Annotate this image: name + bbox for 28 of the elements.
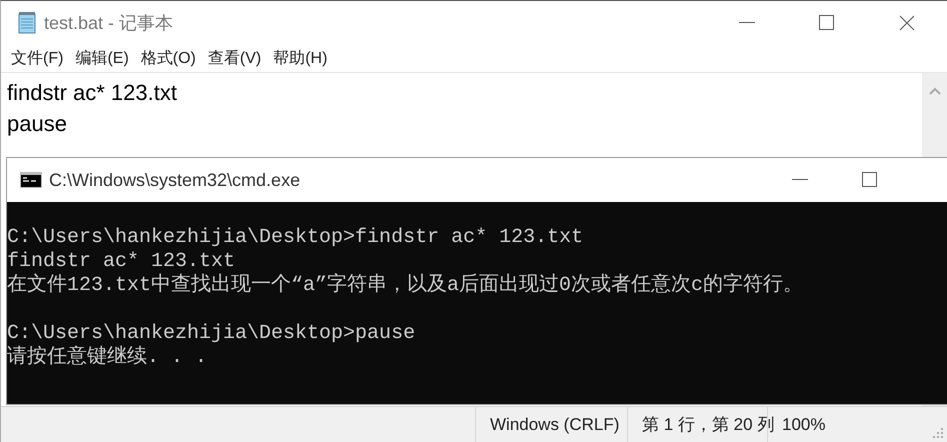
resize-grip-icon[interactable] xyxy=(932,427,944,439)
zoom-label: 100% xyxy=(782,414,826,434)
maximize-icon xyxy=(862,172,878,188)
menu-item[interactable]: 文件(F) xyxy=(5,48,70,69)
window-title: C:\Windows\system32\cmd.exe xyxy=(49,170,302,190)
text-editor[interactable]: findstr ac* 123.txt pause xyxy=(1,73,922,157)
notepad-icon xyxy=(16,11,38,35)
console-line: findstr ac* 123.txt xyxy=(7,250,236,273)
maximize-icon xyxy=(819,15,835,31)
console-line: 请按任意键继续. . . xyxy=(7,346,208,370)
text-line: pause xyxy=(7,110,68,138)
console-icon xyxy=(20,172,42,188)
cursor-position-label: 第 1 行，第 20 列 xyxy=(642,414,774,436)
menu-item[interactable]: 格式(O) xyxy=(134,48,202,69)
window-title: test.bat - 记事本 xyxy=(44,12,174,35)
scroll-up-icon[interactable] xyxy=(928,87,940,95)
minimize-icon xyxy=(739,22,755,24)
minimize-icon xyxy=(792,179,808,181)
scrollbar[interactable] xyxy=(922,73,947,157)
console-line: C:\Users\hankezhijia\Desktop>pause xyxy=(7,322,416,346)
text-line: findstr ac* 123.txt xyxy=(7,79,178,107)
line-ending-label: Windows (CRLF) xyxy=(490,414,620,434)
menu-item[interactable]: 编辑(E) xyxy=(69,48,135,69)
close-icon xyxy=(899,15,915,31)
menu-item[interactable]: 查看(V) xyxy=(202,48,268,69)
console-line: C:\Users\hankezhijia\Desktop>findstr ac* 123.txt xyxy=(7,226,584,250)
menu-item[interactable]: 帮助(H) xyxy=(267,48,334,69)
console-line: 在文件123.txt中查找出现一个“a”字符串，以及a后面出现过0次或者任意次c的字符行。 xyxy=(7,274,804,298)
